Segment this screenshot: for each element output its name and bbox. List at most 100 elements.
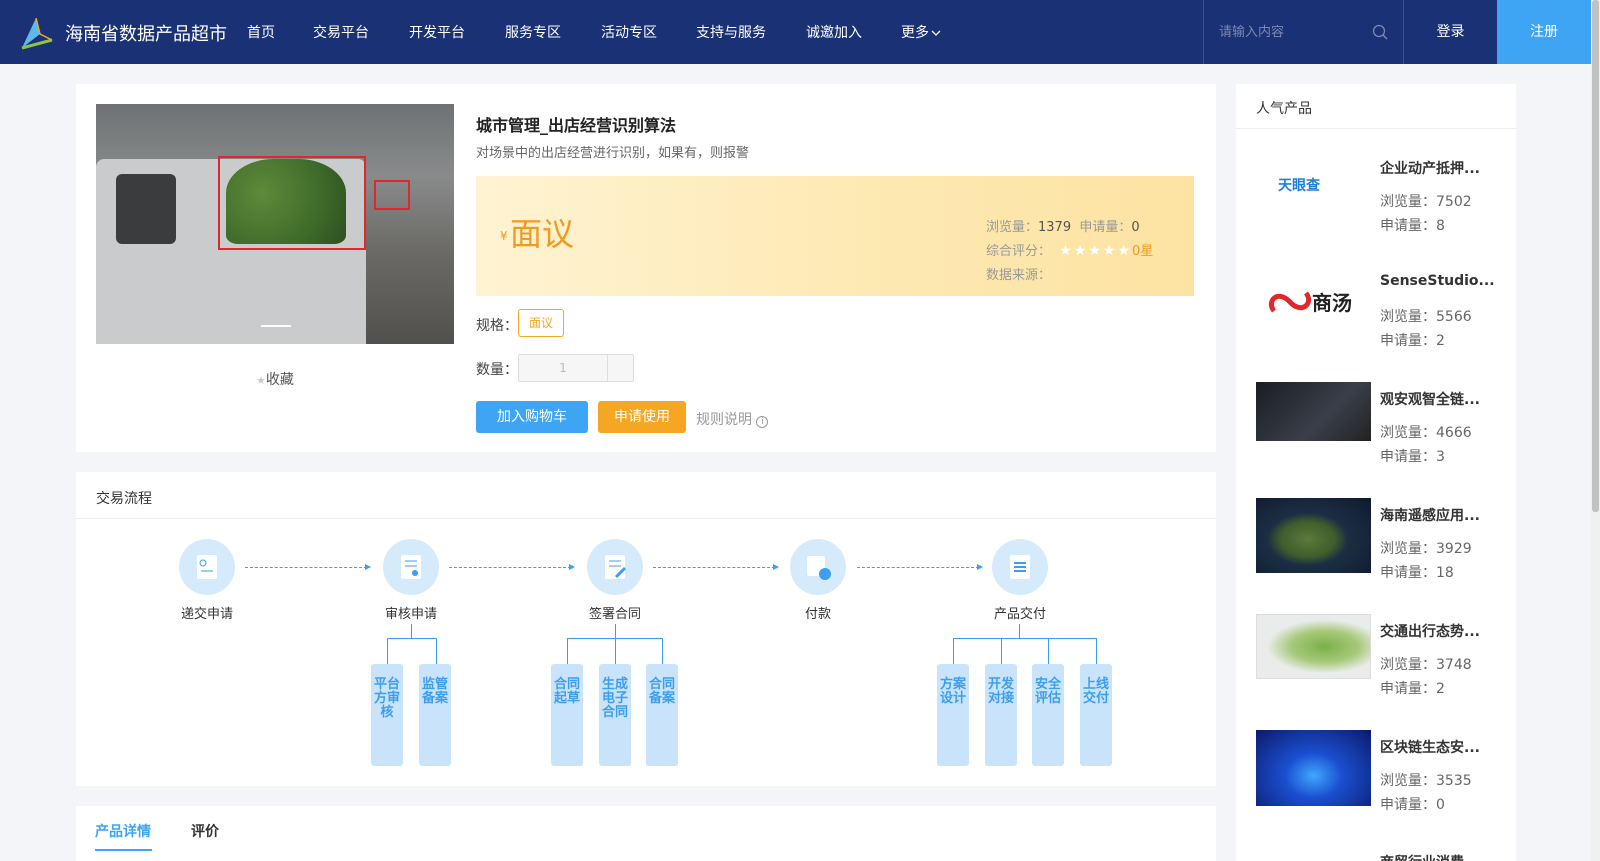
substep: 合同起草 (551, 664, 583, 766)
chevron-down-icon (931, 30, 941, 36)
sidebar-item-views: 浏览量：4666 (1380, 425, 1472, 441)
step-review: 审核申请 (371, 539, 451, 622)
search-input[interactable] (1219, 22, 1369, 42)
sidebar-item-name[interactable]: 企业动产抵押... (1380, 158, 1480, 178)
nav-dev-platform[interactable]: 开发平台 (409, 22, 465, 42)
product-description: 对场景中的出店经营进行识别，如果有，则报警 (476, 146, 750, 161)
info-icon: i (756, 416, 769, 428)
detection-box-small (374, 180, 410, 210)
nav-service-zone[interactable]: 服务专区 (505, 22, 561, 42)
sidebar-item-apply: 申请量：8 (1380, 218, 1445, 234)
sidebar-thumb[interactable] (1256, 382, 1371, 441)
arrow (245, 564, 371, 570)
detection-box (218, 156, 366, 250)
divider (76, 518, 1216, 519)
source-label: 数据来源： (986, 268, 1052, 283)
tabs-card (76, 806, 1216, 861)
rating-value: 0星 (1132, 244, 1154, 259)
sidebar-item-apply: 申请量：18 (1380, 565, 1454, 581)
tab-product-detail[interactable]: 产品详情 (95, 821, 151, 841)
carousel-indicator[interactable] (261, 325, 291, 327)
nav-more[interactable]: 更多 (901, 22, 941, 42)
login-button[interactable]: 登录 (1403, 0, 1497, 64)
apply-value: 0 (1131, 220, 1140, 235)
search-icon[interactable] (1372, 24, 1388, 40)
nav-support[interactable]: 支持与服务 (696, 22, 766, 42)
tree-line (615, 638, 616, 664)
tree-line (387, 638, 437, 639)
product-image[interactable] (96, 104, 454, 344)
sidebar-item-name[interactable]: 海南遥感应用... (1380, 505, 1480, 525)
views-label: 浏览量： (986, 220, 1039, 235)
top-header: 海南省数据产品超市 首页 交易平台 开发平台 服务专区 活动专区 支持与服务 诚… (0, 0, 1600, 64)
sidebar-item-apply: 申请量：2 (1380, 333, 1445, 349)
tree-line (567, 638, 568, 664)
sidebar-item-name[interactable]: 商贸行业消费... (1380, 852, 1480, 861)
tree-line (953, 638, 1096, 639)
spec-option[interactable]: 面议 (518, 309, 564, 337)
sidebar-thumb[interactable]: 商汤 (1256, 273, 1371, 332)
currency-symbol: ¥ (500, 229, 508, 243)
substep: 平台方审核 (371, 664, 403, 766)
sidebar-item-views: 浏览量：3748 (1380, 657, 1472, 673)
favorite-button[interactable]: ★收藏 (256, 369, 294, 389)
add-to-cart-button[interactable]: 加入购物车 (476, 401, 588, 433)
rules-link[interactable]: 规则说明 i (696, 409, 769, 429)
tab-active-indicator (95, 849, 152, 851)
rating-label: 综合评分： (986, 244, 1052, 259)
register-button[interactable]: 注册 (1497, 0, 1591, 64)
source-line: 数据来源： (986, 264, 1051, 283)
brand-name[interactable]: 海南省数据产品超市 (65, 20, 227, 46)
sidebar-thumb[interactable] (1256, 498, 1371, 573)
price-value: 面议 (510, 215, 575, 253)
sidebar-item-name[interactable]: 交通出行态势... (1380, 621, 1480, 641)
sidebar-item-views: 浏览量：3535 (1380, 773, 1472, 789)
quantity-spinner[interactable] (607, 355, 634, 381)
favorite-label: 收藏 (265, 372, 294, 388)
step-label: 签署合同 (588, 607, 641, 622)
sidebar-item-name[interactable]: SenseStudio... (1380, 273, 1495, 289)
sidebar-item-views: 浏览量：5566 (1380, 309, 1472, 325)
nav-trade-platform[interactable]: 交易平台 (313, 22, 369, 42)
tree-line (411, 624, 412, 638)
sensetime-logo-icon (1268, 291, 1312, 313)
apply-label: 申请量： (1079, 220, 1132, 235)
apply-use-button[interactable]: 申请使用 (598, 401, 686, 433)
sidebar-item-apply: 申请量：2 (1380, 681, 1445, 697)
logo-icon[interactable] (18, 14, 56, 52)
sidebar-thumb[interactable] (1256, 730, 1371, 806)
nav-home[interactable]: 首页 (247, 22, 275, 42)
sidebar-item-apply: 申请量：3 (1380, 449, 1445, 465)
substep: 上线交付 (1080, 664, 1112, 766)
step-pay: 付款 (778, 539, 858, 622)
nav-activity-zone[interactable]: 活动专区 (601, 22, 657, 42)
image-truck-window (116, 174, 176, 244)
quantity-stepper[interactable]: 1 (518, 354, 634, 382)
sidebar-thumb[interactable] (1256, 846, 1371, 861)
rules-label: 规则说明 (696, 412, 752, 428)
tree-line (615, 624, 616, 638)
sidebar-item-apply: 申请量：0 (1380, 797, 1445, 813)
rating-stars-icon: ★★★★★ (1059, 243, 1133, 259)
substep: 监管备案 (419, 664, 451, 766)
doc-icon (179, 539, 235, 595)
sidebar-item-name[interactable]: 区块链生态安... (1380, 737, 1480, 757)
substep: 开发对接 (985, 664, 1017, 766)
quantity-value: 1 (559, 361, 567, 375)
step-label: 审核申请 (384, 607, 437, 622)
step-deliver: 产品交付 (980, 539, 1060, 622)
arrow (857, 564, 983, 570)
stats-line: 浏览量：1379 申请量：0 (986, 216, 1140, 235)
scrollbar-thumb[interactable] (1592, 0, 1599, 512)
tree-line (436, 638, 437, 664)
spec-label: 规格： (476, 318, 518, 334)
rating-line: 综合评分： ★★★★★0星 (986, 240, 1153, 259)
sidebar-thumb[interactable] (1256, 614, 1371, 679)
tree-line (1001, 638, 1002, 664)
step-label: 递交申请 (180, 607, 233, 622)
nav-join[interactable]: 诚邀加入 (806, 22, 862, 42)
nav-more-label: 更多 (901, 25, 929, 41)
tab-reviews[interactable]: 评价 (191, 821, 219, 841)
sidebar-thumb[interactable]: 天眼查 (1256, 157, 1371, 216)
sidebar-item-name[interactable]: 观安观智全链... (1380, 389, 1480, 409)
